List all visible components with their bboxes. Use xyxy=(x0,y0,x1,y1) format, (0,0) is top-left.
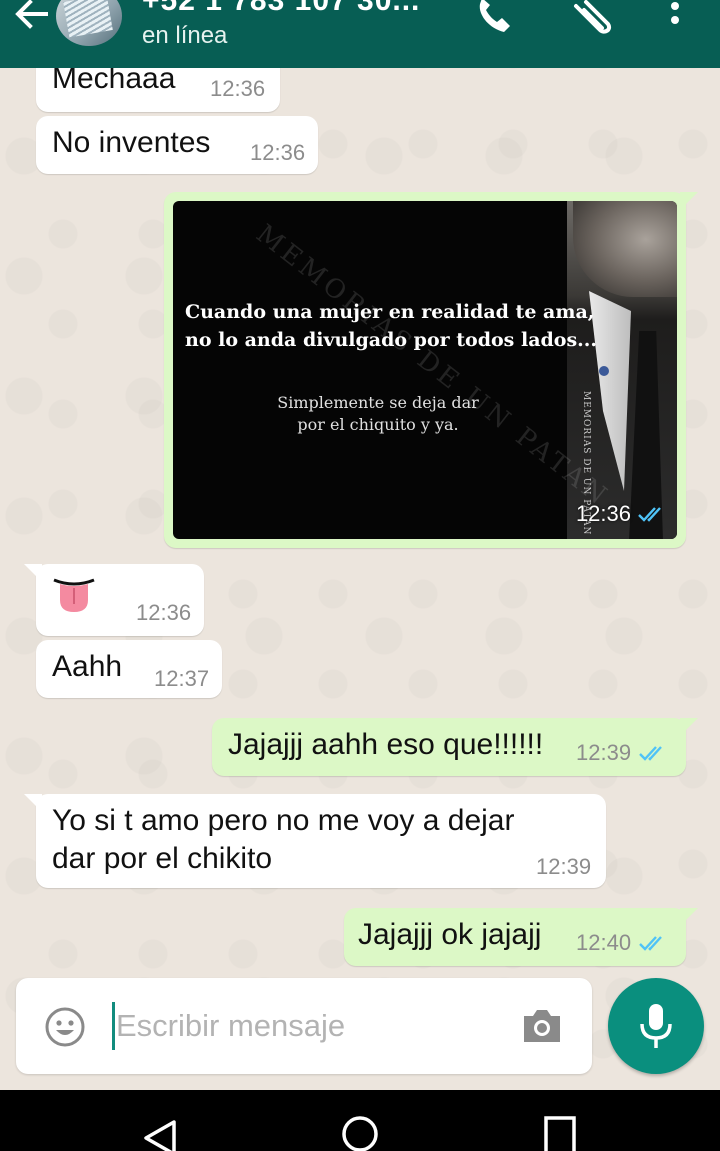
bubble-tail xyxy=(680,192,698,210)
bubble-tail xyxy=(680,718,698,736)
contact-status: en línea xyxy=(142,22,228,49)
message-time: 12:36 xyxy=(136,600,192,625)
outgoing-message[interactable]: Jajajjj aahh eso que!!!!!! 12:39 xyxy=(212,718,698,776)
outgoing-image-message[interactable]: MEMORIAS DE UN PATAN Cuando una mujer en… xyxy=(164,192,698,548)
message-input[interactable] xyxy=(116,996,496,1056)
chat-header: +52 1 783 107 30... en línea xyxy=(0,0,720,68)
message-image[interactable]: MEMORIAS DE UN PATAN Cuando una mujer en… xyxy=(173,201,677,539)
message-time: 12:40 xyxy=(576,930,632,955)
image-caption-line: por el chiquito y ya. xyxy=(297,415,459,434)
message-text: Jajajjj ok jajajj xyxy=(358,918,542,951)
mic-icon xyxy=(640,1004,672,1048)
message-time: 12:36 xyxy=(250,140,306,165)
camera-icon[interactable] xyxy=(520,1006,564,1046)
read-ticks-icon xyxy=(639,936,662,951)
bubble-tail xyxy=(680,908,698,926)
outgoing-message[interactable]: Jajajjj ok jajajj 12:40 xyxy=(344,908,698,966)
tongue-emoji-icon xyxy=(53,578,95,612)
message-text-line: Yo si t amo pero no me voy a dejar xyxy=(52,804,515,837)
facebook-icon xyxy=(599,366,609,376)
incoming-message[interactable]: Yo si t amo pero no me voy a dejar dar p… xyxy=(24,794,606,888)
bubble-tail xyxy=(24,564,42,582)
image-watermark: MEMORIAS DE UN PATAN xyxy=(250,218,615,514)
message-time: 12:36 xyxy=(210,76,266,101)
nav-recent-apps-icon[interactable] xyxy=(540,1112,580,1151)
message-text-line: dar por el chikito xyxy=(52,842,273,875)
text-cursor xyxy=(112,1002,115,1050)
bubble-tail xyxy=(24,794,42,812)
image-man-face xyxy=(573,201,677,297)
message-list[interactable]: Mechaaa 12:36 No inventes 12:36 MEMORIAS… xyxy=(0,56,720,1090)
read-ticks-icon xyxy=(639,746,662,761)
paperclip-icon[interactable] xyxy=(568,0,618,36)
message-time: 12:36 xyxy=(575,501,631,526)
image-caption-line: no lo anda divulgado por todos lados... xyxy=(185,329,598,351)
nav-back-icon[interactable] xyxy=(140,1118,180,1151)
message-text: No inventes xyxy=(52,126,211,159)
message-text: Aahh xyxy=(52,650,123,683)
message-time: 12:37 xyxy=(154,666,210,691)
message-text: Jajajjj aahh eso que!!!!!! xyxy=(228,728,544,761)
phone-icon[interactable] xyxy=(474,0,518,36)
back-arrow-icon[interactable] xyxy=(10,0,50,34)
message-time: 12:39 xyxy=(576,740,632,765)
contact-name[interactable]: +52 1 783 107 30... xyxy=(142,0,420,18)
incoming-message[interactable]: No inventes 12:36 xyxy=(36,116,318,174)
image-caption-line: Simplemente se deja dar xyxy=(277,393,479,412)
read-ticks-icon xyxy=(638,507,661,522)
incoming-message[interactable]: Aahh 12:37 xyxy=(36,640,222,698)
contact-avatar[interactable] xyxy=(56,0,122,46)
mic-button[interactable] xyxy=(608,978,704,1074)
message-composer xyxy=(16,978,592,1074)
nav-home-icon[interactable] xyxy=(340,1112,380,1151)
incoming-sticker-message[interactable]: 12:36 xyxy=(24,564,204,636)
emoji-icon[interactable] xyxy=(44,1006,86,1048)
more-vert-icon[interactable] xyxy=(660,0,690,36)
system-nav-bar xyxy=(0,1090,720,1151)
image-caption-line: Cuando una mujer en realidad te ama, xyxy=(185,301,595,323)
message-time: 12:39 xyxy=(536,854,592,879)
